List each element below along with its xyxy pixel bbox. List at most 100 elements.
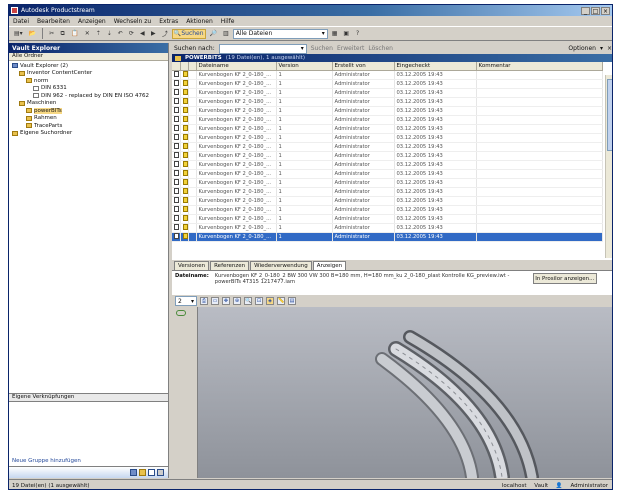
menu-hilfe[interactable]: Hilfe <box>221 18 235 25</box>
table-row[interactable]: Kurvenbogen KF 2_0-180_... 1 Administrator… <box>172 223 603 233</box>
measure-icon[interactable]: 📏 <box>277 297 285 305</box>
menu-aktionen[interactable]: Aktionen <box>186 18 213 25</box>
table-row[interactable]: Kurvenbogen KF 2_0-180_... 1 Administrator… <box>172 187 603 197</box>
open-in-viewer-button[interactable]: In Prosilor anzeigen... <box>532 273 597 284</box>
cut-icon[interactable]: ✂ <box>47 29 56 39</box>
table-row[interactable]: Kurvenbogen KF 2_0-180_... 1 Administrator… <box>172 196 603 206</box>
maximize-button[interactable]: □ <box>591 6 600 15</box>
zoom-select[interactable]: 2 ▾ <box>175 296 197 306</box>
table-row[interactable]: Kurvenbogen KF 2_0-180_... 1 Administrator… <box>172 133 603 143</box>
table-row[interactable]: Kurvenbogen KF 2_0-180_... 1 Administrator… <box>172 115 603 125</box>
table-row[interactable]: Kurvenbogen KF 2_0-180_... 1 Administrator… <box>172 160 603 170</box>
delete-icon[interactable]: ✕ <box>83 29 92 39</box>
properties-icon[interactable]: ▤ <box>288 297 296 305</box>
table-row[interactable]: Kurvenbogen KF 2_0-180_... 1 Administrator… <box>172 169 603 179</box>
tab-anzeigen[interactable]: Anzeigen <box>312 261 347 270</box>
view-toggle-icon[interactable]: ▦ <box>330 29 340 39</box>
tab-wiederverwendung[interactable]: Wiederverwendung <box>250 261 312 270</box>
print-icon[interactable]: ⎙ <box>200 297 208 305</box>
tree-item[interactable]: Eigene Suchordner <box>9 130 168 138</box>
table-row[interactable]: Kurvenbogen KF 2_0-180_... 1 Administrator… <box>172 142 603 152</box>
minimize-button[interactable]: _ <box>581 6 590 15</box>
new-icon[interactable]: ▤▾ <box>12 29 25 39</box>
tree-item[interactable]: TraceParts <box>9 122 168 130</box>
new-group-link[interactable]: Neue Gruppe hinzufügen <box>12 458 81 464</box>
table-row[interactable]: Kurvenbogen KF 2_0-180_... 1 Administrator… <box>172 124 603 134</box>
tree-item[interactable]: powerBITs <box>9 107 168 115</box>
close-icon[interactable]: × <box>607 45 612 52</box>
file-filter-select[interactable]: Alle Dateien ▾ <box>232 28 328 39</box>
tree-item[interactable]: Vault Explorer (2) <box>9 62 168 70</box>
search-button[interactable]: 🔍 Suchen <box>171 28 206 39</box>
table-row[interactable]: Kurvenbogen KF 2_0-180_... 1 Administrator… <box>172 205 603 215</box>
checkout-icon[interactable]: ⇣ <box>105 29 114 39</box>
zoom-window-icon[interactable]: ⊕ <box>233 297 241 305</box>
tab-referenzen[interactable]: Referenzen <box>210 261 250 270</box>
up-folder-icon[interactable]: ⤴ <box>160 29 170 39</box>
pan-icon[interactable]: ✥ <box>222 297 230 305</box>
table-row[interactable]: Kurvenbogen KF 2_0-180_... 1 Administrator… <box>172 178 603 188</box>
tree-item-label: Inventor ContentCenter <box>27 70 93 77</box>
folder-icon[interactable] <box>139 469 146 476</box>
table-scrollbar[interactable] <box>605 75 612 258</box>
copy-icon[interactable]: ⧉ <box>58 29 67 39</box>
table-row[interactable]: Kurvenbogen KF 2_0-180_... 1 Administrator… <box>172 70 603 80</box>
column-header-filename[interactable]: Dateiname <box>196 62 277 71</box>
table-row[interactable]: Kurvenbogen KF 2_0-180_... 1 Administrator… <box>172 88 603 98</box>
help-icon[interactable]: ? <box>353 29 362 39</box>
model-viewer[interactable] <box>172 307 612 478</box>
menu-extras[interactable]: Extras <box>159 18 178 25</box>
tab-versionen[interactable]: Versionen <box>174 261 210 270</box>
table-row[interactable]: Kurvenbogen KF 2_0-180_... 1 Administrator… <box>172 79 603 89</box>
cell-created-by: Administrator <box>332 88 395 98</box>
save-view-icon[interactable]: ▭ <box>211 297 219 305</box>
back-icon[interactable]: ◀ <box>138 29 147 39</box>
clear-search-link[interactable]: Löschen <box>368 45 393 52</box>
tree-item[interactable]: Maschinen <box>9 100 168 108</box>
close-button[interactable]: × <box>601 6 610 15</box>
column-header-type[interactable] <box>180 62 189 71</box>
undo-checkout-icon[interactable]: ↶ <box>116 29 125 39</box>
refresh-icon[interactable]: ⟳ <box>127 29 136 39</box>
column-header-status[interactable] <box>172 62 181 71</box>
zoom-icon[interactable]: 🔍 <box>244 297 252 305</box>
advanced-search-link[interactable]: Erweitert <box>337 45 364 52</box>
settings-icon[interactable] <box>157 469 164 476</box>
zoom-fit-icon[interactable]: ⊡ <box>255 297 263 305</box>
doc-icon[interactable] <box>148 469 155 476</box>
tree-item[interactable]: DIN 6331 <box>9 85 168 93</box>
menu-anzeigen[interactable]: Anzeigen <box>78 18 106 25</box>
table-row[interactable]: Kurvenbogen KF 2_0-180_... 1 Administrator… <box>172 106 603 116</box>
tree-item[interactable]: DIN 962 - replaced by DIN EN ISO 4762 <box>9 92 168 100</box>
cell-status <box>172 151 181 161</box>
paste-icon[interactable]: 📋 <box>69 29 80 39</box>
table-row[interactable]: Kurvenbogen KF 2_0-180_... 1 Administrator… <box>172 232 603 242</box>
folder-view-icon[interactable]: ▥ <box>221 29 231 39</box>
column-header-version[interactable]: Version <box>276 62 333 71</box>
search-input[interactable]: ▾ <box>218 43 307 54</box>
table-row[interactable]: Kurvenbogen KF 2_0-180_... 1 Administrator… <box>172 151 603 161</box>
preview-icon[interactable]: ▣ <box>341 29 351 39</box>
table-row[interactable]: Kurvenbogen KF 2_0-180_... 1 Administrator… <box>172 214 603 224</box>
forward-icon[interactable]: ▶ <box>149 29 158 39</box>
column-header-comment[interactable]: Kommentar <box>476 62 603 71</box>
menu-wechseln-zu[interactable]: Wechseln zu <box>114 18 152 25</box>
tree-item[interactable]: norm <box>9 77 168 85</box>
table-row[interactable]: Kurvenbogen KF 2_0-180_... 1 Administrator… <box>172 97 603 107</box>
open-icon[interactable]: 📂 <box>27 29 38 39</box>
options-menu[interactable]: Optionen <box>568 45 596 52</box>
tree-item[interactable]: Rahmen <box>9 115 168 123</box>
orbit-icon[interactable]: ◈ <box>266 297 274 305</box>
column-header-attachment[interactable] <box>188 62 197 71</box>
vault-icon[interactable] <box>130 469 137 476</box>
tree-item[interactable]: Inventor ContentCenter <box>9 70 168 78</box>
assembly-file-icon <box>182 97 187 104</box>
column-header-checked-in[interactable]: Eingecheckt <box>394 62 477 71</box>
search-link[interactable]: Suchen <box>311 45 333 52</box>
column-header-created-by[interactable]: Erstellt von <box>332 62 395 71</box>
checkin-icon[interactable]: ⇡ <box>94 29 103 39</box>
scrollbar-thumb[interactable] <box>607 79 612 151</box>
menu-bearbeiten[interactable]: Bearbeiten <box>37 18 70 25</box>
menu-datei[interactable]: Datei <box>13 18 29 25</box>
find-icon[interactable]: 🔎 <box>208 29 219 39</box>
